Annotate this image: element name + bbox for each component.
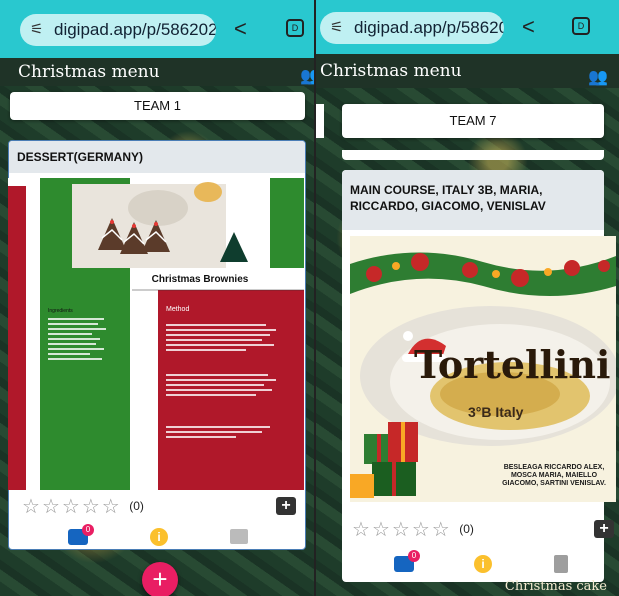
team-column-header[interactable]: TEAM 1 (10, 92, 305, 120)
rating-count: (0) (129, 499, 144, 513)
star-icon[interactable]: ☆ (352, 519, 372, 541)
users-icon[interactable]: 👥 (588, 60, 608, 94)
image-icon[interactable] (230, 529, 248, 544)
team-column-header[interactable]: TEAM 7 (342, 104, 604, 138)
next-card-label: Christmas cake (504, 579, 607, 594)
card-action-bar: 0 i (316, 548, 619, 576)
star-icon[interactable]: ☆ (372, 519, 392, 541)
tabs-icon[interactable]: D (572, 17, 590, 35)
info-icon[interactable]: i (474, 555, 492, 573)
star-icon[interactable]: ☆ (412, 519, 432, 541)
adjacent-column-edge (316, 104, 324, 138)
site-settings-icon[interactable]: ⚟ (330, 12, 343, 44)
browser-url-bar: ⚟ digipad.app/p/586202 < D (0, 0, 314, 58)
add-to-collection-icon[interactable]: + (594, 520, 614, 538)
board-title-bar: Christmas menu 👥 (316, 54, 619, 88)
star-icon[interactable]: ☆ (22, 496, 42, 518)
poster-title: Tortellini (414, 342, 611, 387)
url-text: digipad.app/p/586202 (54, 20, 216, 39)
star-icon[interactable]: ☆ (432, 519, 452, 541)
right-screen: ⚟ digipad.app/p/586202 < D Christmas men… (316, 0, 619, 596)
ingredients-heading: Ingredients (48, 308, 73, 314)
board-title: Christmas menu (320, 61, 462, 81)
board-title-bar: Christmas menu 👥 (0, 58, 314, 86)
rating-count: (0) (459, 522, 474, 536)
poster-credits: BESLEAGA RICCARDO ALEX, MOSCA MARIA, MAI… (502, 464, 606, 487)
comment-count-badge: 0 (408, 550, 420, 562)
star-icon[interactable]: ☆ (42, 496, 62, 518)
star-icon[interactable]: ☆ (62, 496, 82, 518)
star-icon[interactable]: ☆ (392, 519, 412, 541)
previous-card-edge (342, 150, 604, 160)
board-title: Christmas menu (18, 62, 160, 82)
recipe-document[interactable]: Christmas Brownies Ingredients Method (8, 178, 304, 490)
site-settings-icon[interactable]: ⚟ (30, 14, 43, 46)
comment-count-badge: 0 (82, 524, 94, 536)
team-label: TEAM 1 (134, 98, 181, 113)
card-title: DESSERT(GERMANY) (9, 141, 305, 173)
left-screen: ⚟ digipad.app/p/586202 < D Christmas men… (0, 0, 314, 596)
star-icon[interactable]: ☆ (82, 496, 102, 518)
card-action-bar: 0 i (0, 522, 314, 550)
url-field[interactable]: ⚟ digipad.app/p/586202 (20, 14, 216, 46)
users-icon[interactable]: 👥 (300, 62, 314, 90)
team-label: TEAM 7 (449, 113, 497, 128)
share-icon[interactable]: < (234, 16, 247, 42)
add-post-button[interactable]: + (142, 562, 178, 596)
tabs-icon[interactable]: D (286, 19, 304, 37)
card-title: MAIN COURSE, ITALY 3B, MARIA, RICCARDO, … (342, 170, 604, 230)
tortellini-poster[interactable]: Tortellini 3°B Italy BESLEAGA RICCARDO A… (350, 236, 616, 502)
add-to-collection-icon[interactable]: + (276, 497, 296, 515)
poster-subtitle: 3°B Italy (468, 404, 524, 420)
browser-url-bar: ⚟ digipad.app/p/586202 < D (316, 0, 619, 54)
star-icon[interactable]: ☆ (102, 496, 122, 518)
document-icon[interactable] (554, 555, 568, 573)
recipe-page-graphic (8, 178, 304, 490)
info-icon[interactable]: i (150, 528, 168, 546)
recipe-title: Christmas Brownies (151, 274, 249, 285)
star-rating[interactable]: ☆☆☆☆☆ (0) (22, 494, 144, 519)
method-heading: Method (166, 306, 190, 313)
share-icon[interactable]: < (522, 14, 535, 40)
url-text: digipad.app/p/586202 (354, 18, 504, 37)
star-rating[interactable]: ☆☆☆☆☆ (0) (352, 517, 474, 542)
url-field[interactable]: ⚟ digipad.app/p/586202 (320, 12, 504, 44)
